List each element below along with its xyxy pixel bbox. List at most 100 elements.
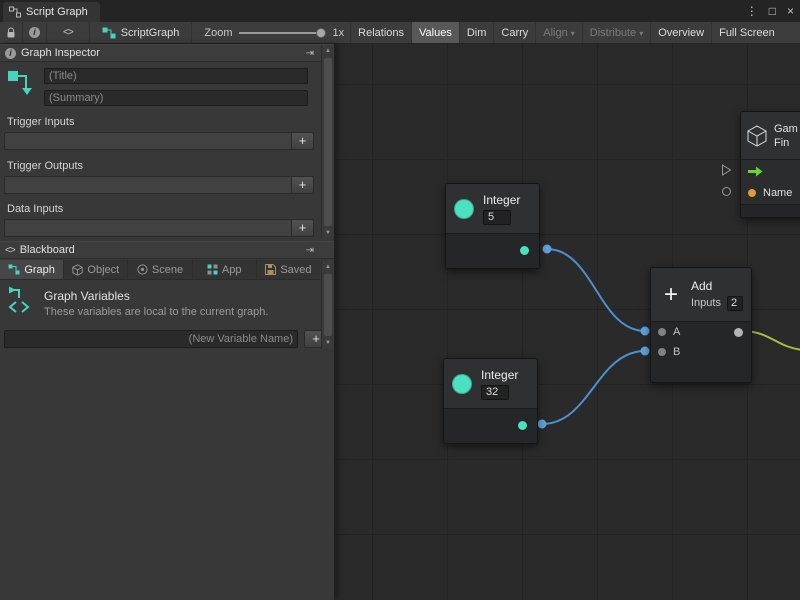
wire-int5-to-add-a[interactable] xyxy=(547,249,645,331)
add-data-input-button[interactable]: + xyxy=(291,220,313,236)
node-integer-32[interactable]: Integer xyxy=(443,358,538,444)
integer-value-input[interactable] xyxy=(483,210,511,225)
sidebar: i Graph Inspector ⇥ Trigger Inputs + Tri… xyxy=(0,44,335,600)
scroll-down-icon[interactable]: ▼ xyxy=(322,337,334,349)
zoom-slider[interactable] xyxy=(239,32,323,34)
integer-output-port[interactable] xyxy=(520,246,529,255)
info-icon: i xyxy=(5,48,16,59)
node-integer-5[interactable]: Integer xyxy=(445,183,540,269)
port-a-label: A xyxy=(673,326,680,338)
name-input-port[interactable] xyxy=(748,189,756,197)
graph-icon xyxy=(9,6,21,18)
tab-object[interactable]: Object xyxy=(64,260,128,279)
code-preview-button[interactable]: <> xyxy=(47,22,90,43)
add-trigger-output-button[interactable]: + xyxy=(291,177,313,193)
tab-saved[interactable]: Saved xyxy=(257,260,320,279)
toolbar-button-carry[interactable]: Carry xyxy=(494,22,536,43)
graph-variables-icon xyxy=(7,286,37,314)
add-trigger-input-button[interactable]: + xyxy=(291,133,313,149)
wire-endpoint xyxy=(641,347,650,356)
control-input-port[interactable] xyxy=(721,164,732,176)
blackboard-header: <> Blackboard ⇥ xyxy=(0,241,334,259)
breadcrumb-label: ScriptGraph xyxy=(121,27,180,39)
input-port-b[interactable] xyxy=(658,348,666,356)
scroll-down-icon[interactable]: ▼ xyxy=(322,227,334,239)
code-icon: <> xyxy=(63,27,73,38)
graph-summary-input[interactable] xyxy=(44,90,308,106)
scroll-up-icon[interactable]: ▲ xyxy=(322,45,334,57)
toolbar-button-relations[interactable]: Relations xyxy=(350,22,412,43)
node-find-partial[interactable]: Gam Fin Name xyxy=(740,111,800,218)
saved-disk-icon xyxy=(265,264,276,275)
node-header: Integer xyxy=(444,359,537,409)
node-title: Add xyxy=(691,279,743,293)
add-output-port[interactable] xyxy=(734,328,743,337)
graph-type-icon xyxy=(6,68,36,98)
node-header: + Add Inputs xyxy=(651,268,751,322)
lock-button[interactable] xyxy=(0,22,23,43)
trigger-inputs-list[interactable]: + xyxy=(4,132,314,150)
node-footer xyxy=(741,204,800,217)
title-bar: Script Graph ⋮ □ × xyxy=(0,0,800,22)
blackboard-scrollbar[interactable]: ▲ ▼ xyxy=(321,261,334,349)
graph-canvas[interactable]: Integer Integer + xyxy=(335,44,800,600)
graph-title-input[interactable] xyxy=(44,68,308,84)
tab-app[interactable]: App xyxy=(193,260,257,279)
node-add[interactable]: + Add Inputs A B xyxy=(650,267,752,383)
tab-scene[interactable]: Scene xyxy=(128,260,192,279)
zoom-label: Zoom xyxy=(204,27,232,39)
input-port-a[interactable] xyxy=(658,328,666,336)
unity-script-graph-window: Script Graph ⋮ □ × i <> ScriptG xyxy=(0,0,800,600)
toolbar-button-align: Align ▾ xyxy=(536,22,582,43)
node-body xyxy=(446,234,539,268)
graph-variables-description: These variables are local to the current… xyxy=(44,306,268,318)
wire-endpoint xyxy=(538,420,547,429)
toolbar-button-dim[interactable]: Dim xyxy=(460,22,495,43)
graph-inspector-title: Graph Inspector xyxy=(21,47,100,59)
zoom-value: 1x xyxy=(333,27,345,39)
add-icon: + xyxy=(659,284,683,306)
toolbar-button-fullscreen[interactable]: Full Screen xyxy=(712,22,782,43)
wire-endpoint xyxy=(543,245,552,254)
node-title: Integer xyxy=(481,368,518,382)
chevron-down-icon: ▾ xyxy=(639,29,643,38)
dock-icon[interactable]: ⇥ xyxy=(306,245,328,256)
breadcrumb[interactable]: ScriptGraph xyxy=(90,22,193,43)
inputs-count-input[interactable] xyxy=(727,296,743,311)
integer-value-input[interactable] xyxy=(481,385,509,400)
scene-icon xyxy=(137,264,148,275)
toolbar-button-overview[interactable]: Overview xyxy=(651,22,712,43)
wire-int32-to-add-b[interactable] xyxy=(542,351,645,424)
window-menu-icon[interactable]: ⋮ xyxy=(746,4,758,18)
node-body: A B xyxy=(651,322,751,382)
graph-toolbar: i <> ScriptGraph Zoom 1x Relations Value… xyxy=(0,22,800,44)
scrollbar-thumb[interactable] xyxy=(324,58,332,226)
data-inputs-list[interactable]: + xyxy=(4,219,314,237)
toolbar-button-values[interactable]: Values xyxy=(412,22,460,43)
close-icon[interactable]: × xyxy=(787,4,794,18)
node-body: Name xyxy=(741,160,800,204)
trigger-outputs-list[interactable]: + xyxy=(4,176,314,194)
scroll-up-icon[interactable]: ▲ xyxy=(322,261,334,273)
maximize-icon[interactable]: □ xyxy=(769,4,776,18)
wire-add-output[interactable] xyxy=(744,331,800,350)
zoom-slider-handle[interactable] xyxy=(316,28,326,38)
node-header: Integer xyxy=(446,184,539,234)
value-input-port[interactable] xyxy=(722,187,731,196)
wire-endpoint xyxy=(641,327,650,336)
integer-output-port[interactable] xyxy=(518,421,527,430)
tab-script-graph[interactable]: Script Graph xyxy=(3,2,100,22)
section-data-inputs-label: Data Inputs xyxy=(7,203,63,215)
node-title-line2: Fin xyxy=(774,137,798,149)
tab-graph[interactable]: Graph xyxy=(0,260,64,279)
inspector-scrollbar[interactable]: ▲ ▼ xyxy=(321,45,334,239)
scrollbar-thumb[interactable] xyxy=(324,274,332,336)
graph-variables-heading: Graph Variables xyxy=(44,289,130,303)
port-b-label: B xyxy=(673,346,680,358)
inspect-button[interactable]: i xyxy=(23,22,47,43)
new-variable-input[interactable] xyxy=(4,330,298,348)
toolbar-button-distribute: Distribute ▾ xyxy=(583,22,651,43)
game-object-cube-icon xyxy=(747,125,767,147)
section-trigger-inputs-label: Trigger Inputs xyxy=(7,116,74,128)
chevron-down-icon: ▾ xyxy=(571,29,575,38)
